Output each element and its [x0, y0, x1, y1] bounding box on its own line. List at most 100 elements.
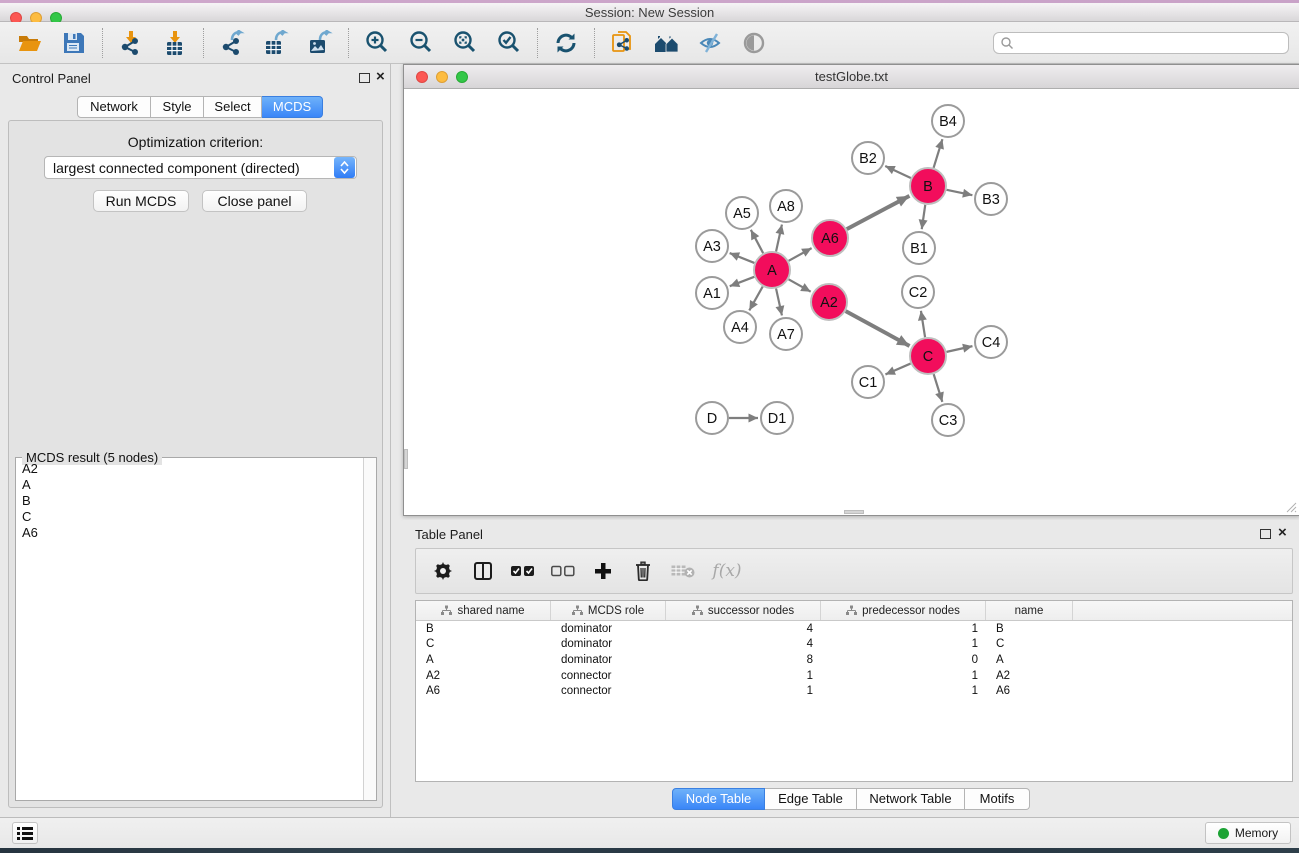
table-row[interactable]: Bdominator41B	[416, 621, 1292, 637]
cell-successor-nodes[interactable]: 1	[666, 685, 821, 697]
edge-B-B2[interactable]	[885, 166, 911, 178]
tab-motifs[interactable]: Motifs	[965, 788, 1030, 810]
node-B4[interactable]: B4	[932, 105, 964, 137]
clone-network-button[interactable]	[606, 26, 640, 60]
float-panel-icon[interactable]	[359, 73, 370, 83]
node-C[interactable]: C	[910, 338, 946, 374]
network-window-titlebar[interactable]: testGlobe.txt	[404, 65, 1299, 89]
close-network-button[interactable]	[416, 71, 428, 83]
mcds-result-item[interactable]: A	[17, 477, 362, 493]
edge-A-A1[interactable]	[730, 277, 755, 286]
node-B2[interactable]: B2	[852, 142, 884, 174]
node-C3[interactable]: C3	[932, 404, 964, 436]
cell-name[interactable]: B	[986, 623, 1073, 635]
edge-A-A3[interactable]	[730, 253, 755, 263]
mcds-result-item[interactable]: A2	[17, 461, 362, 477]
node-B3[interactable]: B3	[975, 183, 1007, 215]
float-table-panel-icon[interactable]	[1260, 529, 1271, 539]
edge-A2-C[interactable]	[846, 311, 910, 346]
mcds-result-item[interactable]: B	[17, 493, 362, 509]
edge-A-A2[interactable]	[789, 279, 811, 291]
search-input[interactable]	[1014, 34, 1288, 52]
tab-style[interactable]: Style	[151, 96, 204, 118]
delete-column-icon[interactable]	[630, 558, 656, 584]
node-A[interactable]: A	[754, 252, 790, 288]
cell-successor-nodes[interactable]: 8	[666, 654, 821, 666]
mcds-result-item[interactable]: A6	[17, 525, 362, 541]
select-all-icon[interactable]	[510, 558, 536, 584]
zoom-out-button[interactable]	[404, 26, 438, 60]
minimize-network-button[interactable]	[436, 71, 448, 83]
cell-successor-nodes[interactable]: 4	[666, 623, 821, 635]
node-A2[interactable]: A2	[811, 284, 847, 320]
edge-C-C3[interactable]	[934, 374, 943, 402]
table-row[interactable]: A2connector11A2	[416, 668, 1292, 684]
cell-predecessor-nodes[interactable]: 1	[821, 623, 986, 635]
node-C4[interactable]: C4	[975, 326, 1007, 358]
cell-predecessor-nodes[interactable]: 0	[821, 654, 986, 666]
hide-selected-button[interactable]	[694, 26, 728, 60]
cell-MCDS-role[interactable]: connector	[551, 670, 666, 682]
tab-edge-table[interactable]: Edge Table	[765, 788, 857, 810]
table-row[interactable]: Adominator80A	[416, 652, 1292, 668]
cell-MCDS-role[interactable]: dominator	[551, 638, 666, 650]
edge-B-B4[interactable]	[934, 139, 943, 168]
edge-A6-B[interactable]	[847, 196, 910, 229]
export-image-button[interactable]	[303, 26, 337, 60]
column-header-shared-name[interactable]: shared name	[416, 601, 551, 620]
column-header-successor-nodes[interactable]: successor nodes	[666, 601, 821, 620]
cell-name[interactable]: A	[986, 654, 1073, 666]
horizontal-scroll-indicator[interactable]	[844, 510, 864, 514]
node-A5[interactable]: A5	[726, 197, 758, 229]
edge-A-A5[interactable]	[751, 230, 763, 253]
table-row[interactable]: Cdominator41C	[416, 637, 1292, 653]
node-C2[interactable]: C2	[902, 276, 934, 308]
function-builder-icon[interactable]: f(x)	[710, 558, 744, 584]
node-B1[interactable]: B1	[903, 232, 935, 264]
cell-name[interactable]: C	[986, 638, 1073, 650]
close-table-panel-icon[interactable]: ×	[1278, 524, 1287, 542]
edge-B-B3[interactable]	[947, 190, 973, 195]
cell-shared-name[interactable]: C	[416, 638, 551, 650]
node-A4[interactable]: A4	[724, 311, 756, 343]
show-hidden-button[interactable]	[738, 26, 772, 60]
tab-network-table[interactable]: Network Table	[857, 788, 965, 810]
cell-successor-nodes[interactable]: 4	[666, 638, 821, 650]
tab-node-table[interactable]: Node Table	[672, 788, 765, 810]
column-header-MCDS-role[interactable]: MCDS role	[551, 601, 666, 620]
edge-C-C4[interactable]	[947, 346, 973, 352]
node-C1[interactable]: C1	[852, 366, 884, 398]
node-A7[interactable]: A7	[770, 318, 802, 350]
edge-B-B1[interactable]	[922, 205, 926, 229]
run-mcds-button[interactable]: Run MCDS	[93, 190, 189, 212]
edge-A-A4[interactable]	[749, 287, 762, 311]
cell-name[interactable]: A6	[986, 685, 1073, 697]
cell-shared-name[interactable]: A6	[416, 685, 551, 697]
node-A3[interactable]: A3	[696, 230, 728, 262]
cell-predecessor-nodes[interactable]: 1	[821, 638, 986, 650]
cell-MCDS-role[interactable]: dominator	[551, 623, 666, 635]
resize-grip-icon[interactable]	[1283, 499, 1297, 513]
node-B[interactable]: B	[910, 168, 946, 204]
cell-predecessor-nodes[interactable]: 1	[821, 670, 986, 682]
edge-A-A8[interactable]	[776, 225, 782, 252]
save-session-button[interactable]	[57, 26, 91, 60]
add-column-icon[interactable]	[590, 558, 616, 584]
refresh-button[interactable]	[549, 26, 583, 60]
home-button[interactable]	[650, 26, 684, 60]
cell-shared-name[interactable]: A2	[416, 670, 551, 682]
zoom-network-button[interactable]	[456, 71, 468, 83]
cell-name[interactable]: A2	[986, 670, 1073, 682]
node-A6[interactable]: A6	[812, 220, 848, 256]
import-table-button[interactable]	[158, 26, 192, 60]
node-table[interactable]: shared nameMCDS rolesuccessor nodesprede…	[415, 600, 1293, 782]
node-D1[interactable]: D1	[761, 402, 793, 434]
tab-mcds[interactable]: MCDS	[262, 96, 323, 118]
mcds-result-item[interactable]: C	[17, 509, 362, 525]
column-header-predecessor-nodes[interactable]: predecessor nodes	[821, 601, 986, 620]
result-scrollbar[interactable]	[363, 458, 376, 800]
edge-C-C1[interactable]	[885, 364, 910, 375]
zoom-in-button[interactable]	[360, 26, 394, 60]
network-canvas[interactable]: AA1A2A3A4A5A6A7A8BB1B2B3B4CC1C2C3C4DD1	[404, 89, 1299, 515]
import-network-button[interactable]	[114, 26, 148, 60]
